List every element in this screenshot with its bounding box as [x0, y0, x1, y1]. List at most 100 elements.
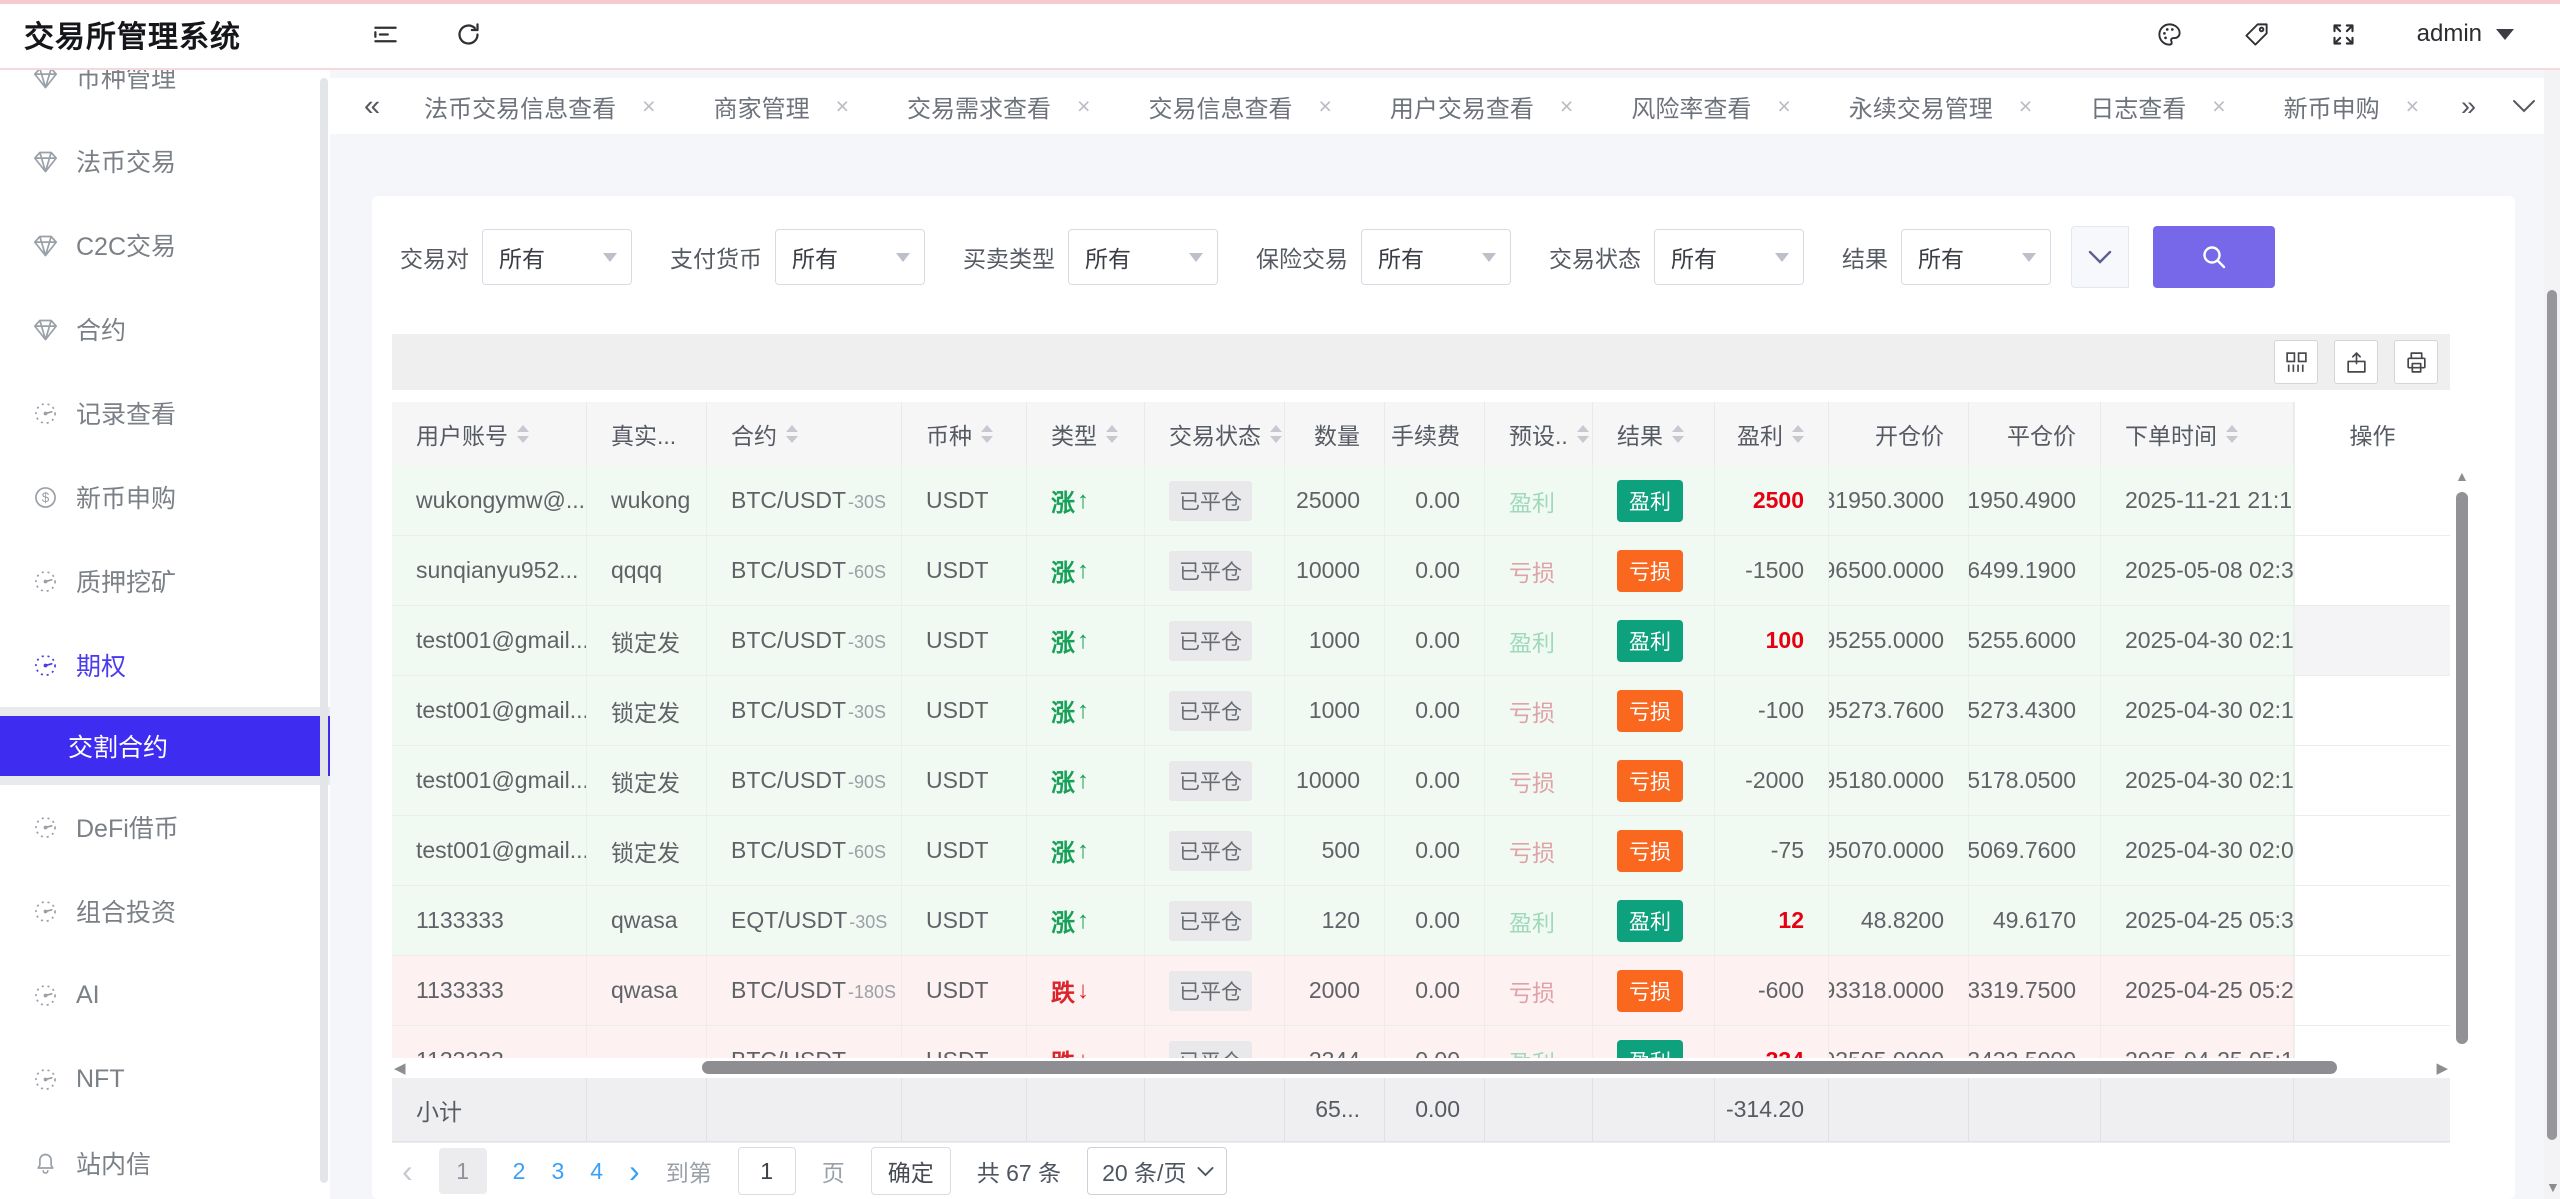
filter-select[interactable]: 所有	[1901, 229, 2051, 285]
fullscreen-icon[interactable]	[2330, 21, 2357, 48]
sort-icon[interactable]	[1576, 425, 1589, 443]
table-row[interactable]: test001@gmail... 锁定发 BTC/USDT -90S USDT 涨…	[392, 746, 2450, 816]
tag-icon[interactable]	[2243, 21, 2270, 48]
column-header[interactable]: 合约	[707, 402, 902, 466]
search-button[interactable]	[2153, 226, 2275, 288]
tab-close-icon[interactable]: ×	[1777, 93, 1790, 120]
column-header[interactable]: 手续费	[1385, 402, 1485, 466]
sidebar-item-fiat-trade[interactable]: 法币交易	[0, 119, 330, 203]
cell-actions[interactable]	[2294, 1026, 2450, 1058]
column-header[interactable]: 类型	[1027, 402, 1145, 466]
scroll-left-arrow-icon[interactable]: ◀	[394, 1059, 406, 1077]
table-row[interactable]: sunqianyu952... qqqq BTC/USDT -60S USDT 涨…	[392, 536, 2450, 606]
sidebar-item-ai[interactable]: AI	[0, 953, 330, 1037]
cell-actions[interactable]	[2294, 606, 2450, 675]
confirm-button[interactable]: 确定	[870, 1147, 951, 1195]
sort-icon[interactable]	[981, 425, 993, 443]
table-row[interactable]: test001@gmail... 锁定发 BTC/USDT -30S USDT 涨…	[392, 676, 2450, 746]
tab-item[interactable]: 风险率查看 ×	[1631, 89, 1790, 124]
sort-icon[interactable]	[1792, 425, 1804, 443]
sidebar-item-options[interactable]: 期权	[0, 623, 330, 707]
collapse-sidebar-icon[interactable]	[372, 21, 399, 48]
export-button[interactable]	[2334, 340, 2378, 384]
column-header[interactable]: 操作	[2294, 402, 2450, 466]
tab-close-icon[interactable]: ×	[1077, 93, 1090, 120]
sidebar-item-defi-lending[interactable]: DeFi借币	[0, 785, 330, 869]
sort-icon[interactable]	[786, 425, 798, 443]
tab-close-icon[interactable]: ×	[2212, 93, 2225, 120]
sort-icon[interactable]	[1270, 425, 1282, 443]
sidebar-item-delivery-contract-active[interactable]: 交割合约	[0, 716, 330, 776]
sort-icon[interactable]	[1672, 425, 1684, 443]
page-button[interactable]: 2	[513, 1158, 526, 1185]
refresh-icon[interactable]	[455, 21, 482, 48]
tab-item[interactable]: 商家管理 ×	[714, 89, 849, 124]
column-header[interactable]: 数量	[1285, 402, 1385, 466]
column-header[interactable]: 用户账号	[392, 402, 587, 466]
column-header[interactable]: 结果	[1593, 402, 1715, 466]
tab-close-icon[interactable]: ×	[836, 93, 849, 120]
column-header[interactable]: 预设..	[1485, 402, 1593, 466]
table-row[interactable]: 1133333 qwasa EQT/USDT -30S USDT 涨 ↑ 已平仓 1…	[392, 886, 2450, 956]
cell-actions[interactable]	[2294, 676, 2450, 745]
prev-page-icon[interactable]: ‹	[402, 1153, 413, 1190]
sort-icon[interactable]	[517, 425, 529, 443]
sort-icon[interactable]	[2226, 425, 2238, 443]
theme-palette-icon[interactable]	[2156, 21, 2183, 48]
tabs-menu-chevron-icon[interactable]	[2512, 99, 2536, 113]
column-header[interactable]: 盈利	[1715, 402, 1829, 466]
cell-actions[interactable]	[2294, 466, 2450, 535]
table-row[interactable]: wukongymw@... wukong BTC/USDT -30S USDT 涨…	[392, 466, 2450, 536]
column-header[interactable]: 真实...	[587, 402, 707, 466]
tabs-scroll-right-icon[interactable]: »	[2461, 91, 2476, 122]
filter-select[interactable]: 所有	[1068, 229, 1218, 285]
page-button[interactable]: 4	[590, 1158, 603, 1185]
table-row[interactable]: 1133333 qwasa BTC/USDT -180S USDT 跌 ↓ 已平仓 …	[392, 956, 2450, 1026]
column-settings-button[interactable]	[2274, 340, 2318, 384]
admin-menu[interactable]: admin	[2417, 20, 2514, 48]
sidebar-item-messages[interactable]: 站内信	[0, 1121, 330, 1199]
cell-actions[interactable]	[2294, 816, 2450, 885]
sidebar-item-contract[interactable]: 合约	[0, 287, 330, 371]
cell-actions[interactable]	[2294, 746, 2450, 815]
tab-close-icon[interactable]: ×	[1560, 93, 1573, 120]
column-header[interactable]: 开仓价	[1829, 402, 1969, 466]
column-header[interactable]: 平仓价	[1969, 402, 2101, 466]
column-header[interactable]: 交易状态	[1145, 402, 1285, 466]
sidebar-item-new-coin[interactable]: $ 新币申购	[0, 455, 330, 539]
filter-select[interactable]: 所有	[1361, 229, 1511, 285]
cell-actions[interactable]	[2294, 536, 2450, 605]
tab-item[interactable]: 交易信息查看 ×	[1148, 89, 1331, 124]
tab-close-icon[interactable]: ×	[2019, 93, 2032, 120]
cell-actions[interactable]	[2294, 956, 2450, 1025]
horizontal-scroll-thumb[interactable]	[702, 1061, 2337, 1074]
tab-close-icon[interactable]: ×	[1318, 93, 1331, 120]
filter-collapse-button[interactable]	[2071, 226, 2129, 288]
table-row[interactable]: test001@gmail... 锁定发 BTC/USDT -30S USDT 涨…	[392, 606, 2450, 676]
tab-item[interactable]: 新币申购 ×	[2284, 89, 2419, 124]
sidebar-item-portfolio[interactable]: 组合投资	[0, 869, 330, 953]
goto-page-input[interactable]	[737, 1147, 796, 1195]
sidebar-item-currency-manage[interactable]: 币种管理	[0, 70, 330, 119]
sidebar-scrollbar[interactable]	[320, 78, 328, 1183]
tab-item[interactable]: 法币交易信息查看 ×	[424, 89, 655, 124]
print-button[interactable]	[2394, 340, 2438, 384]
tabs-scroll-left-icon[interactable]: «	[364, 90, 380, 123]
page-size-select[interactable]: 20 条/页	[1087, 1147, 1228, 1195]
scroll-up-arrow-icon[interactable]: ▲	[2455, 468, 2469, 484]
scroll-right-arrow-icon[interactable]: ▶	[2436, 1059, 2448, 1077]
page-scroll-thumb[interactable]	[2547, 290, 2557, 1140]
column-header[interactable]: 币种	[902, 402, 1027, 466]
sidebar-item-nft[interactable]: NFT	[0, 1037, 330, 1121]
next-page-icon[interactable]: ›	[629, 1153, 640, 1190]
sidebar-item-staking-mining[interactable]: 质押挖矿	[0, 539, 330, 623]
sort-icon[interactable]	[1106, 425, 1118, 443]
cell-actions[interactable]	[2294, 886, 2450, 955]
vertical-scroll-thumb[interactable]	[2456, 492, 2468, 1044]
column-header[interactable]: 下单时间	[2101, 402, 2294, 466]
filter-select[interactable]: 所有	[482, 229, 632, 285]
tab-item[interactable]: 日志查看 ×	[2090, 89, 2225, 124]
sidebar-item-records[interactable]: 记录查看	[0, 371, 330, 455]
page-button[interactable]: 3	[551, 1158, 564, 1185]
tab-close-icon[interactable]: ×	[642, 93, 655, 120]
